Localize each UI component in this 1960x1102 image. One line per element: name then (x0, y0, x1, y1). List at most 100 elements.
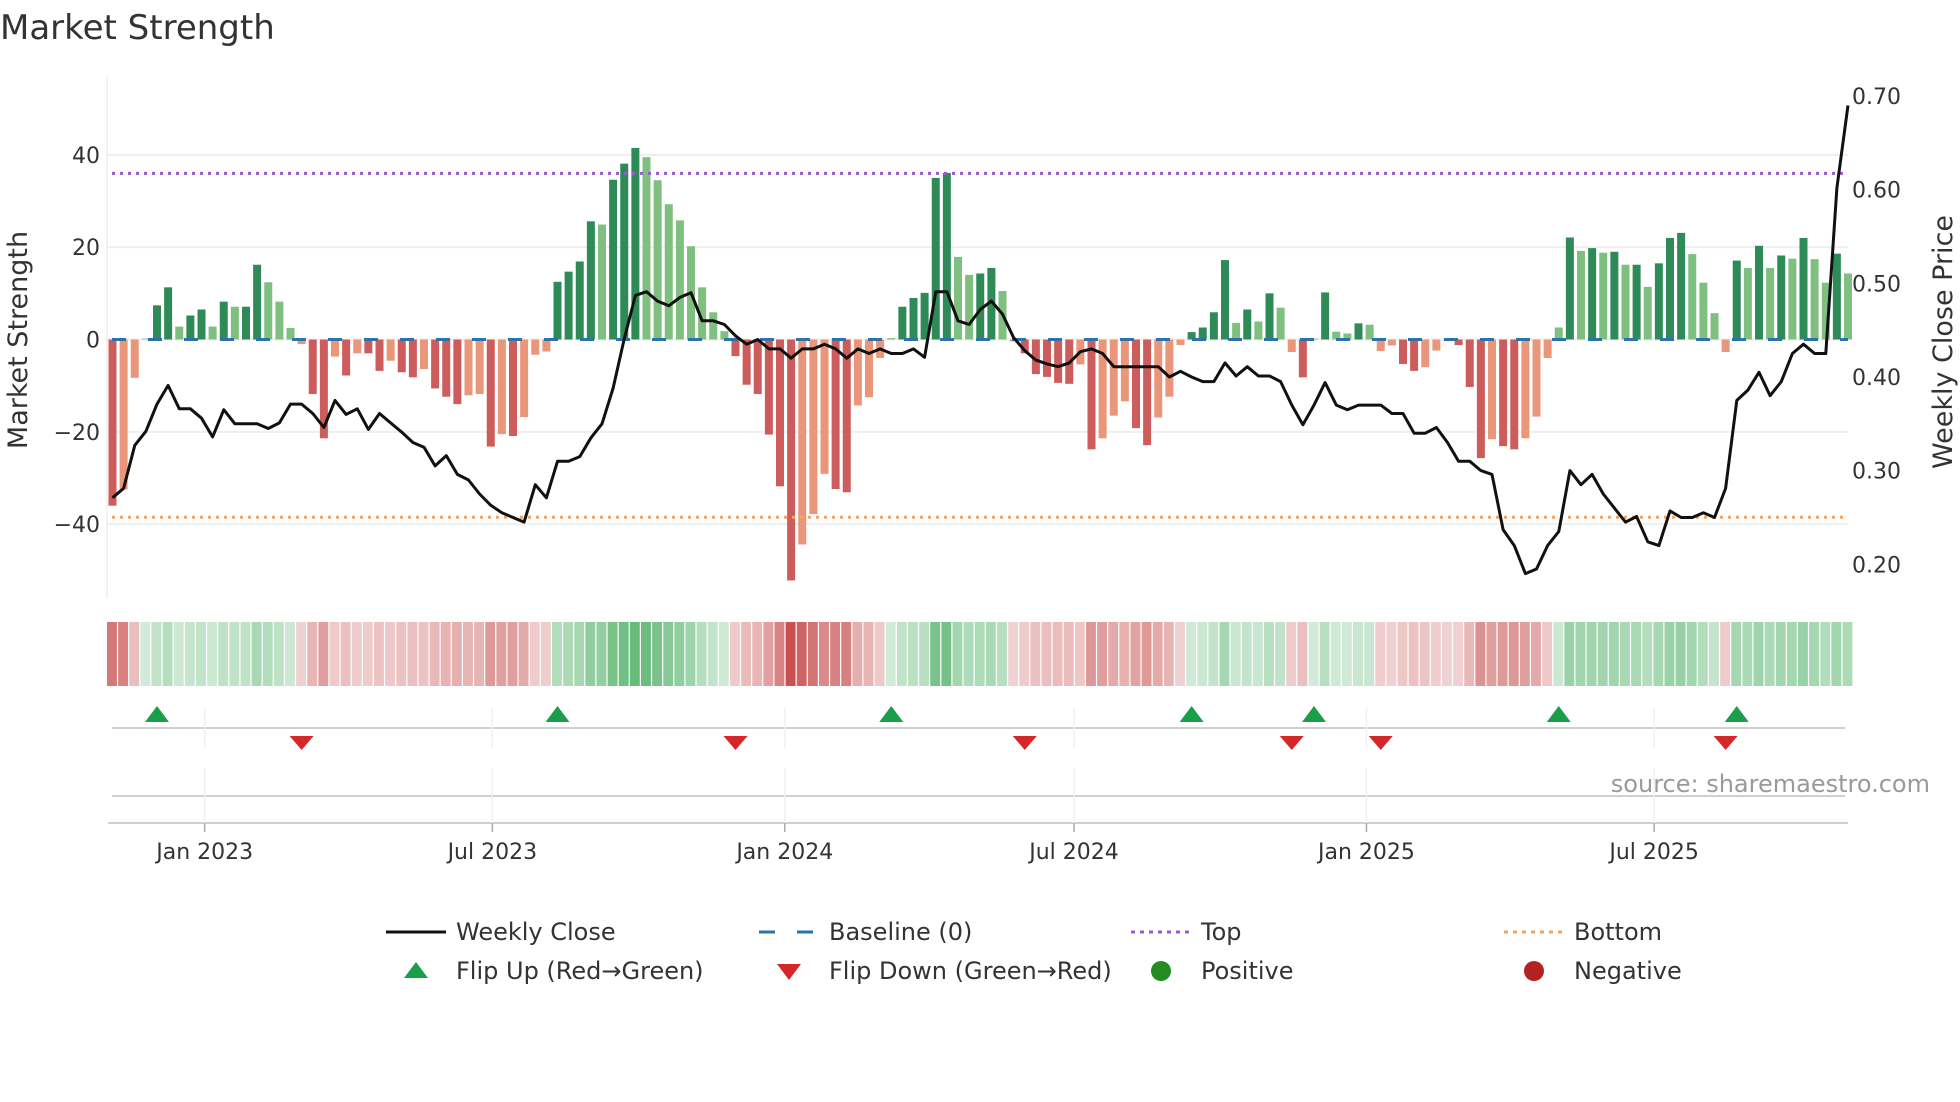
flip-markers (108, 706, 1848, 824)
strength-bar (1810, 259, 1819, 340)
heat-cell (540, 622, 551, 686)
flip-down-marker (723, 736, 748, 750)
strength-bar (475, 339, 484, 394)
heat-cell (919, 622, 930, 686)
heat-cell (1786, 622, 1797, 686)
strength-bar (253, 264, 262, 340)
heat-cell (1219, 622, 1230, 686)
heat-cell (1208, 622, 1219, 686)
strength-bars (108, 147, 1852, 581)
heat-cell (807, 622, 818, 686)
heat-cell (340, 622, 351, 686)
heat-cell (1697, 622, 1708, 686)
strength-bar (1209, 312, 1218, 340)
heat-cell (1742, 622, 1753, 686)
strength-bar (453, 339, 462, 405)
legend-label: Flip Up (Red→Green) (456, 957, 704, 985)
heat-cell (385, 622, 396, 686)
y2-tick-label: 0.40 (1852, 366, 1901, 391)
heat-cell (1141, 622, 1152, 686)
y2-axis-label: Weekly Close Price (1928, 215, 1959, 469)
strength-bar (798, 339, 807, 545)
heat-cell (707, 622, 718, 686)
strength-bar (709, 312, 718, 340)
heat-cell (730, 622, 740, 686)
heat-cell (1264, 622, 1274, 686)
strength-bar (342, 339, 351, 376)
heat-cell (574, 622, 585, 686)
strength-bar (942, 172, 951, 340)
strength-bar (1109, 339, 1118, 416)
heat-cell (952, 622, 963, 686)
heat-cell (396, 622, 407, 686)
strength-bar (164, 287, 173, 340)
strength-bar (764, 339, 773, 435)
heat-cell (1764, 622, 1775, 686)
heat-cell (162, 622, 173, 686)
heat-cell (1542, 622, 1553, 686)
heat-cell (329, 622, 340, 686)
heat-cell (830, 622, 841, 686)
y-tick-label: −40 (54, 513, 100, 538)
heat-cell (374, 622, 384, 686)
strength-bar (620, 163, 629, 340)
strength-bar (1221, 260, 1229, 340)
heat-cell (1442, 622, 1452, 686)
strength-bar (653, 180, 662, 340)
dot-icon (1151, 961, 1171, 981)
heat-cell (1063, 622, 1074, 686)
heat-cell (1119, 622, 1130, 686)
strength-bar (820, 339, 829, 474)
heat-cell (1008, 622, 1019, 686)
legend-label: Flip Down (Green→Red) (829, 957, 1112, 985)
legend-item-baseline: Baseline (0) (759, 918, 972, 946)
strength-bar (130, 339, 139, 378)
legend-label: Negative (1574, 957, 1682, 985)
heat-cell (1308, 622, 1319, 686)
strength-bar (1710, 313, 1719, 340)
heat-cell (852, 622, 863, 686)
heat-cell (1319, 622, 1330, 686)
heat-cell (652, 622, 663, 686)
dot-icon (1524, 961, 1544, 981)
strength-bar (1354, 323, 1363, 340)
strength-bar (742, 339, 751, 385)
strength-bar (1799, 237, 1808, 340)
heat-cell (1519, 622, 1530, 686)
heat-cell (140, 622, 151, 686)
heat-cell (1486, 622, 1497, 686)
x-ticks: Jan 2023 Jul 2023 Jan 2024 Jul 2024 Jan 2025… (154, 708, 1699, 865)
heat-cell (819, 622, 829, 686)
strength-bar (1465, 339, 1474, 388)
strength-bar (108, 339, 117, 506)
heat-cell (273, 622, 284, 686)
heat-cell (1720, 622, 1731, 686)
heat-cell (1341, 622, 1352, 686)
heat-cell (351, 622, 362, 686)
flip-down-marker (1012, 736, 1037, 750)
strength-bar (1265, 293, 1274, 340)
strength-bar (1143, 339, 1152, 446)
heat-cell (307, 622, 318, 686)
heat-cell (107, 622, 117, 686)
market-strength-chart: Market Strength Market Strength Weekly C… (0, 8, 1959, 985)
strength-bar (531, 339, 540, 355)
strength-bar (1132, 339, 1140, 429)
heat-cell (974, 622, 985, 686)
strength-bar (1632, 264, 1641, 340)
x-tick-label: Jan 2023 (154, 840, 253, 865)
strength-bar (1766, 267, 1775, 340)
strength-bar (1788, 258, 1797, 340)
strength-bar (1321, 292, 1330, 340)
heat-cell (941, 622, 952, 686)
strength-bar (564, 271, 573, 340)
strength-bar (331, 339, 339, 357)
strength-bar (1276, 307, 1285, 340)
strength-bar (809, 339, 818, 514)
strength-bar (1521, 339, 1530, 439)
heat-cell (1664, 622, 1675, 686)
strength-bar (1621, 264, 1630, 340)
heat-cell (1631, 622, 1642, 686)
flip-up-marker (1179, 706, 1204, 722)
heat-cell (1842, 622, 1853, 686)
